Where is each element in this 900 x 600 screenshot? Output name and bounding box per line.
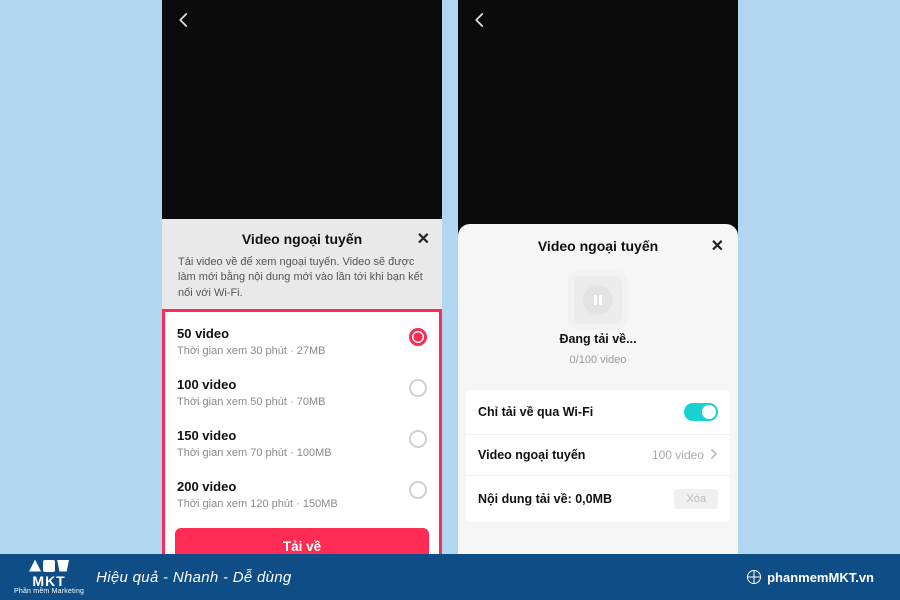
sheet-description: Tải video về để xem ngoại tuyến. Video s…	[178, 255, 426, 301]
phone-left-topbar	[162, 0, 442, 40]
offline-video-sheet: Video ngoại tuyến ✕ Tải video về để xem …	[162, 219, 442, 576]
delete-button[interactable]: Xóa	[674, 489, 718, 509]
phone-right-topbar	[458, 0, 738, 40]
pause-button[interactable]	[574, 276, 622, 324]
wifi-only-row[interactable]: Chỉ tải về qua Wi-Fi	[466, 390, 730, 434]
sheet-header: Video ngoại tuyến ✕ Tải video về để xem …	[162, 219, 442, 309]
option-150-video[interactable]: 150 video Thời gian xem 70 phút · 100MB	[175, 418, 429, 469]
radio-icon[interactable]	[409, 379, 427, 397]
tagline: Hiệu quả - Nhanh - Dễ dùng	[96, 569, 291, 586]
back-icon[interactable]	[174, 10, 194, 30]
site-url: phanmemMKT.vn	[767, 570, 874, 585]
option-title: 50 video	[177, 326, 325, 341]
phone-right: Video ngoại tuyến ✕ Đang tải về... 0/100…	[458, 0, 738, 576]
option-100-video[interactable]: 100 video Thời gian xem 50 phút · 70MB	[175, 367, 429, 418]
option-200-video[interactable]: 200 video Thời gian xem 120 phút · 150MB	[175, 469, 429, 520]
logo-text: MKT	[32, 574, 65, 588]
storage-label: Nội dung tải về: 0,0MB	[478, 492, 612, 506]
storage-row: Nội dung tải về: 0,0MB Xóa	[466, 475, 730, 522]
sheet-title: Video ngoại tuyến	[178, 231, 426, 247]
mkt-logo: MKT Phần mềm Marketing	[14, 560, 84, 595]
sheet-header: Video ngoại tuyến ✕	[458, 224, 738, 262]
logo-subtext: Phần mềm Marketing	[14, 588, 84, 595]
close-icon[interactable]: ✕	[417, 229, 430, 249]
download-progress: Đang tải về... 0/100 video	[458, 262, 738, 384]
download-progress-sheet: Video ngoại tuyến ✕ Đang tải về... 0/100…	[458, 224, 738, 576]
radio-icon[interactable]	[409, 481, 427, 499]
back-icon[interactable]	[470, 10, 490, 30]
option-subtitle: Thời gian xem 70 phút · 100MB	[177, 447, 332, 459]
download-count: 0/100 video	[570, 354, 627, 366]
chevron-right-icon	[710, 448, 718, 462]
option-title: 100 video	[177, 377, 325, 392]
phone-screens: Video ngoại tuyến ✕ Tải video về để xem …	[162, 0, 738, 576]
brand-footer: MKT Phần mềm Marketing Hiệu quả - Nhanh …	[0, 554, 900, 600]
logo-shapes-icon	[29, 560, 69, 572]
radio-icon[interactable]	[409, 430, 427, 448]
wifi-only-label: Chỉ tải về qua Wi-Fi	[478, 405, 593, 419]
footer-right: phanmemMKT.vn	[747, 570, 874, 585]
offline-video-value: 100 video	[652, 448, 704, 462]
option-subtitle: Thời gian xem 120 phút · 150MB	[177, 498, 338, 510]
download-status: Đang tải về...	[559, 332, 636, 346]
video-count-options: 50 video Thời gian xem 30 phút · 27MB 10…	[162, 309, 442, 520]
option-title: 150 video	[177, 428, 332, 443]
footer-left: MKT Phần mềm Marketing Hiệu quả - Nhanh …	[14, 560, 292, 595]
offline-video-label: Video ngoại tuyến	[478, 448, 585, 462]
phone-left: Video ngoại tuyến ✕ Tải video về để xem …	[162, 0, 442, 576]
sheet-title: Video ngoại tuyến	[538, 238, 658, 254]
offline-video-row[interactable]: Video ngoại tuyến 100 video	[466, 434, 730, 475]
close-icon[interactable]: ✕	[711, 236, 724, 256]
option-subtitle: Thời gian xem 30 phút · 27MB	[177, 345, 325, 357]
globe-icon	[747, 570, 761, 584]
option-50-video[interactable]: 50 video Thời gian xem 30 phút · 27MB	[175, 316, 429, 367]
pause-icon	[583, 285, 613, 315]
wifi-toggle[interactable]	[684, 403, 718, 421]
radio-icon[interactable]	[409, 328, 427, 346]
option-subtitle: Thời gian xem 50 phút · 70MB	[177, 396, 325, 408]
download-settings: Chỉ tải về qua Wi-Fi Video ngoại tuyến 1…	[466, 390, 730, 522]
option-title: 200 video	[177, 479, 338, 494]
